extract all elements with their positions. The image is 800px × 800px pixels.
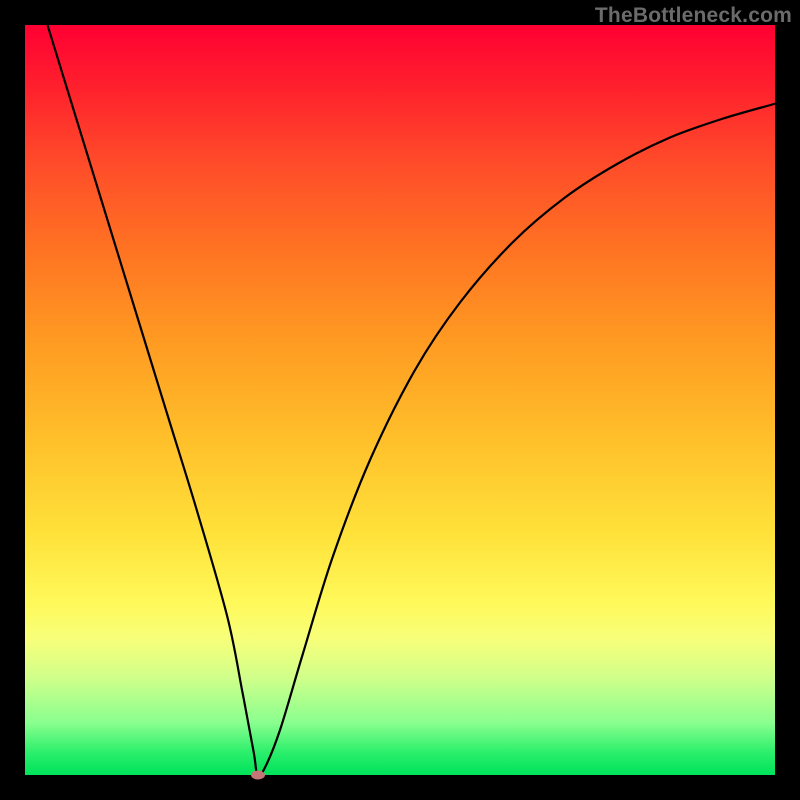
chart-container: TheBottleneck.com <box>0 0 800 800</box>
watermark-label: TheBottleneck.com <box>595 4 792 28</box>
curve-path <box>48 25 776 775</box>
bottleneck-curve <box>25 25 775 775</box>
minimum-marker <box>251 771 265 780</box>
plot-area <box>25 25 775 775</box>
